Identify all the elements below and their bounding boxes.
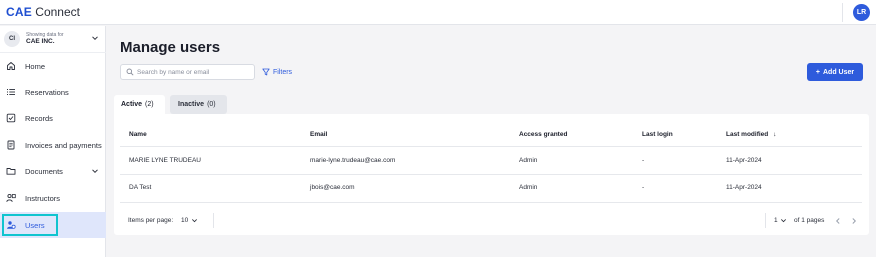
- page-select[interactable]: 1: [774, 214, 790, 227]
- sidebar-item-instructors[interactable]: Instructors: [0, 185, 106, 211]
- chevron-right-icon: [852, 217, 857, 224]
- page-count: of 1 pages: [794, 217, 825, 224]
- sidebar-item-documents[interactable]: Documents: [0, 158, 106, 184]
- search-input[interactable]: [137, 66, 252, 78]
- sidebar-item-invoices[interactable]: Invoices and payments: [0, 132, 106, 158]
- table-row[interactable]: DA Test jbois@cae.com Admin - 11-Apr-202…: [114, 175, 869, 202]
- instructors-icon: [6, 193, 16, 202]
- users-table-panel: Name Email Access granted Last login Las…: [114, 114, 869, 235]
- add-user-label: Add User: [822, 68, 855, 76]
- column-header-label: Last modified: [726, 131, 769, 138]
- page-title: Manage users: [120, 39, 221, 56]
- cell-email: marie-lyne.trudeau@cae.com: [310, 157, 396, 164]
- product-name: Connect: [35, 5, 80, 19]
- cell-name: DA Test: [129, 184, 152, 191]
- chevron-down-icon: [192, 219, 198, 223]
- sidebar-item-label: Documents: [25, 167, 63, 176]
- pagination: Items per page: 10 1 of 1 pages: [120, 212, 862, 230]
- sort-arrow-icon: ↓: [773, 131, 777, 138]
- tab-active[interactable]: Active (2): [114, 95, 165, 114]
- column-header-email[interactable]: Email: [310, 131, 327, 138]
- sidebar-item-label: Invoices and payments: [25, 141, 102, 150]
- cell-email: jbois@cae.com: [310, 184, 355, 191]
- folder-icon: [6, 168, 16, 175]
- current-page: 1: [774, 217, 778, 224]
- plus-icon: +: [815, 68, 820, 76]
- chevron-down-icon: [780, 219, 786, 223]
- items-per-page-label: Items per page:: [128, 217, 174, 224]
- sidebar-item-records[interactable]: Records: [0, 105, 106, 131]
- filters-button[interactable]: Filters: [262, 67, 292, 77]
- org-switcher[interactable]: CI Showing data for CAE INC.: [0, 26, 106, 53]
- tab-label: Inactive: [178, 101, 205, 108]
- tab-label: Active: [121, 101, 143, 108]
- next-page-button[interactable]: [849, 215, 859, 226]
- sidebar-item-label: Records: [25, 114, 53, 123]
- column-header-last-modified[interactable]: Last modified ↓: [726, 131, 776, 138]
- org-badge: CI: [4, 31, 20, 47]
- filters-label: Filters: [273, 68, 293, 76]
- cell-name: MARIE LYNE TRUDEAU: [129, 157, 201, 164]
- search-icon: [126, 68, 134, 76]
- sidebar-item-label: Instructors: [25, 194, 61, 203]
- table-row[interactable]: MARIE LYNE TRUDEAU marie-lyne.trudeau@ca…: [114, 147, 869, 174]
- divider: [765, 213, 766, 228]
- user-avatar[interactable]: LR: [853, 4, 870, 21]
- cell-last-login: -: [642, 184, 645, 191]
- divider: [120, 202, 862, 203]
- focus-highlight: [2, 214, 58, 236]
- divider: [213, 213, 214, 228]
- tab-inactive[interactable]: Inactive (0): [170, 95, 227, 114]
- home-icon: [7, 62, 15, 70]
- column-header-last-login[interactable]: Last login: [642, 131, 673, 138]
- cell-last-login: -: [642, 157, 645, 164]
- chevron-left-icon: [835, 217, 840, 224]
- column-header-name[interactable]: Name: [129, 131, 147, 138]
- top-bar: CAE Connect LR: [0, 0, 876, 25]
- sidebar-item-label: Reservations: [25, 88, 69, 97]
- sidebar-item-reservations[interactable]: Reservations: [0, 79, 106, 105]
- cell-last-modified: 11-Apr-2024: [726, 184, 762, 191]
- cell-access: Admin: [519, 184, 538, 191]
- add-user-button[interactable]: + Add User: [807, 63, 863, 81]
- column-header-access[interactable]: Access granted: [519, 131, 567, 138]
- divider: [842, 3, 843, 22]
- sidebar-item-label: Home: [25, 62, 46, 71]
- items-per-page-value: 10: [181, 217, 189, 224]
- document-icon: [7, 140, 15, 150]
- cell-last-modified: 11-Apr-2024: [726, 157, 762, 164]
- search-box[interactable]: [120, 64, 255, 80]
- chevron-down-icon: [92, 169, 98, 174]
- app-logo[interactable]: CAE Connect: [6, 5, 80, 19]
- tab-count: (0): [207, 101, 216, 108]
- prev-page-button[interactable]: [833, 215, 843, 226]
- sidebar-item-users[interactable]: Users: [0, 212, 106, 238]
- checkbox-icon: [6, 113, 16, 123]
- items-per-page-select[interactable]: 10: [181, 214, 207, 227]
- chevron-down-icon: [92, 36, 98, 41]
- cell-access: Admin: [519, 157, 538, 164]
- list-icon: [7, 89, 15, 95]
- filter-icon: [262, 68, 270, 76]
- tab-count: (2): [145, 101, 154, 108]
- sidebar: CI Showing data for CAE INC. Home Reserv…: [0, 26, 106, 257]
- brand-name: CAE: [6, 5, 32, 19]
- org-name: CAE INC.: [26, 38, 55, 45]
- sidebar-item-home[interactable]: Home: [0, 53, 106, 79]
